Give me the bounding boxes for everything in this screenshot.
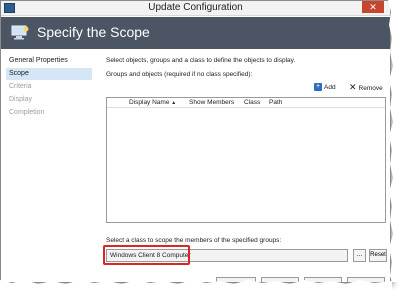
browse-class-button[interactable]: ... — [353, 249, 366, 262]
column-path[interactable]: Path — [269, 99, 282, 106]
sidebar-item-general-properties[interactable]: General Properties — [6, 55, 92, 67]
wizard-button-partial[interactable] — [216, 277, 256, 282]
scope-description: Select objects, groups and a class to de… — [106, 57, 296, 64]
add-button[interactable]: + Add — [314, 82, 336, 93]
grid-header: Display Name ▲ Show Members Class Path — [107, 98, 385, 108]
column-display-name[interactable]: Display Name ▲ — [129, 99, 176, 106]
column-class[interactable]: Class — [244, 99, 260, 106]
scope-content: Select objects, groups and a class to de… — [101, 53, 390, 282]
wizard-sidebar: General Properties Scope Criteria Displa… — [4, 53, 94, 281]
wizard-button-partial[interactable] — [261, 277, 299, 282]
sidebar-item-scope[interactable]: Scope — [6, 68, 92, 80]
screenshot-frame: Update Configuration ✕ Specify the Scope… — [0, 0, 405, 296]
sort-ascending-icon: ▲ — [171, 100, 177, 106]
dialog-window: Update Configuration ✕ Specify the Scope… — [0, 0, 391, 283]
groups-objects-grid[interactable]: Display Name ▲ Show Members Class Path — [106, 97, 386, 223]
computer-scope-icon — [11, 25, 29, 40]
close-button[interactable]: ✕ — [362, 1, 384, 13]
remove-button[interactable]: ✕ Remove — [349, 82, 383, 93]
window-title: Update Configuration — [148, 2, 243, 13]
add-icon: + — [314, 83, 322, 92]
sidebar-item-display: Display — [9, 96, 32, 103]
page-title: Specify the Scope — [37, 24, 150, 40]
wizard-button-partial[interactable] — [304, 277, 342, 282]
add-button-label: Add — [324, 84, 336, 91]
remove-icon: ✕ — [349, 82, 357, 92]
page-header: Specify the Scope — [1, 17, 390, 49]
highlight-box — [103, 245, 190, 265]
sidebar-item-completion: Completion — [9, 109, 45, 116]
class-scope-label: Select a class to scope the members of t… — [106, 237, 282, 244]
sidebar-item-criteria: Criteria — [9, 83, 32, 90]
column-show-members[interactable]: Show Members — [189, 99, 234, 106]
wizard-button-partial[interactable] — [347, 277, 385, 282]
title-bar: Update Configuration ✕ — [1, 1, 390, 16]
remove-button-label: Remove — [358, 85, 383, 92]
reset-button[interactable]: Reset — [369, 249, 387, 262]
groups-label: Groups and objects (required if no class… — [106, 71, 253, 78]
